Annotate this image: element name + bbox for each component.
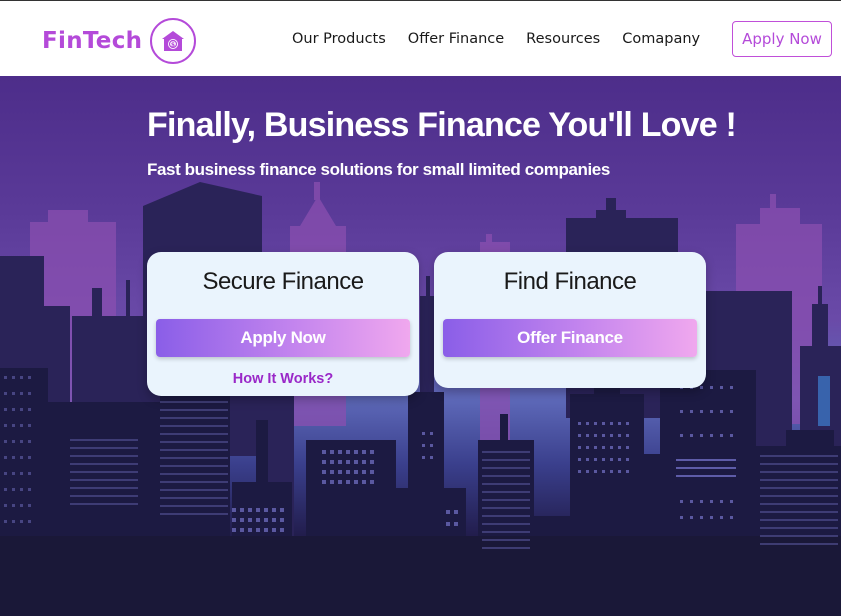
secure-finance-card: Secure Finance Apply Now How It Works? [147,252,419,396]
how-it-works-link[interactable]: How It Works? [147,371,419,387]
svg-text:$: $ [171,41,175,48]
card-title: Secure Finance [202,268,364,295]
hero-title: Finally, Business Finance You'll Love ! [147,106,737,144]
nav-item-offer-finance[interactable]: Offer Finance [408,31,504,47]
apply-now-button[interactable]: Apply Now [156,319,410,357]
hero-subtitle: Fast business finance solutions for smal… [147,160,610,179]
brand-name: FinTech [42,28,143,54]
brand-logo[interactable]: FinTech $ [42,18,197,64]
offer-finance-button[interactable]: Offer Finance [443,319,697,357]
card-title: Find Finance [503,268,637,295]
site-header: FinTech $ Our Products Offer Finance Res… [0,0,841,76]
nav-item-company[interactable]: Comapany [622,31,700,47]
find-finance-card: Find Finance Offer Finance [434,252,706,388]
nav-item-resources[interactable]: Resources [526,31,600,47]
main-nav: Our Products Offer Finance Resources Com… [292,31,722,47]
hero-section: Finally, Business Finance You'll Love ! … [0,76,841,616]
nav-item-our-products[interactable]: Our Products [292,31,386,47]
house-money-icon: $ [150,18,197,64]
header-apply-now-button[interactable]: Apply Now [732,21,832,57]
city-skyline-illustration [0,182,841,616]
